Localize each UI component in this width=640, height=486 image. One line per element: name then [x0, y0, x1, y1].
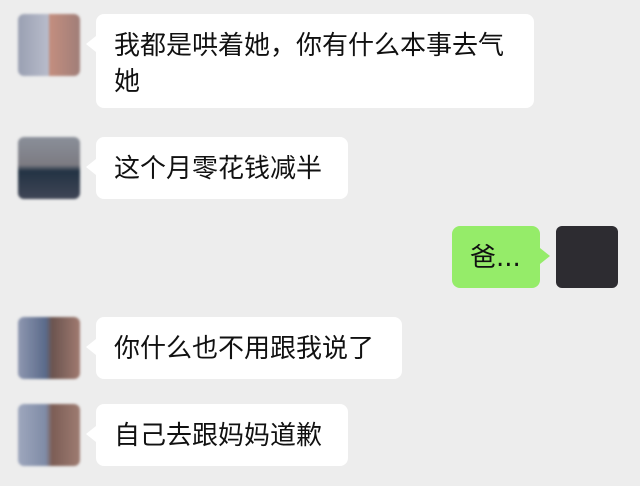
message-text: 你什么也不用跟我说了 [114, 334, 375, 364]
message-bubble-outgoing[interactable]: 爸... [452, 226, 550, 288]
contact-avatar-icon[interactable] [18, 14, 80, 76]
message-bubble[interactable]: 自己去跟妈妈道歉 [86, 404, 348, 466]
message-text: 爸... [470, 243, 521, 273]
contact-avatar-icon[interactable] [18, 404, 80, 466]
message-bubble[interactable]: 这个月零花钱减半 [86, 137, 348, 199]
message-bubble[interactable]: 我都是哄着她，你有什么本事去气她 [86, 14, 534, 108]
message-text: 这个月零花钱减半 [114, 154, 323, 184]
contact-avatar-icon[interactable] [18, 137, 80, 199]
message-bubble[interactable]: 你什么也不用跟我说了 [86, 317, 402, 379]
chat-conversation: 我都是哄着她，你有什么本事去气她 这个月零花钱减半 爸... 你什么也不用跟我说… [0, 0, 640, 486]
contact-avatar-icon[interactable] [18, 317, 80, 379]
self-avatar-icon[interactable] [556, 226, 618, 288]
message-text: 自己去跟妈妈道歉 [114, 421, 323, 451]
message-text: 我都是哄着她，你有什么本事去气她 [114, 31, 505, 97]
